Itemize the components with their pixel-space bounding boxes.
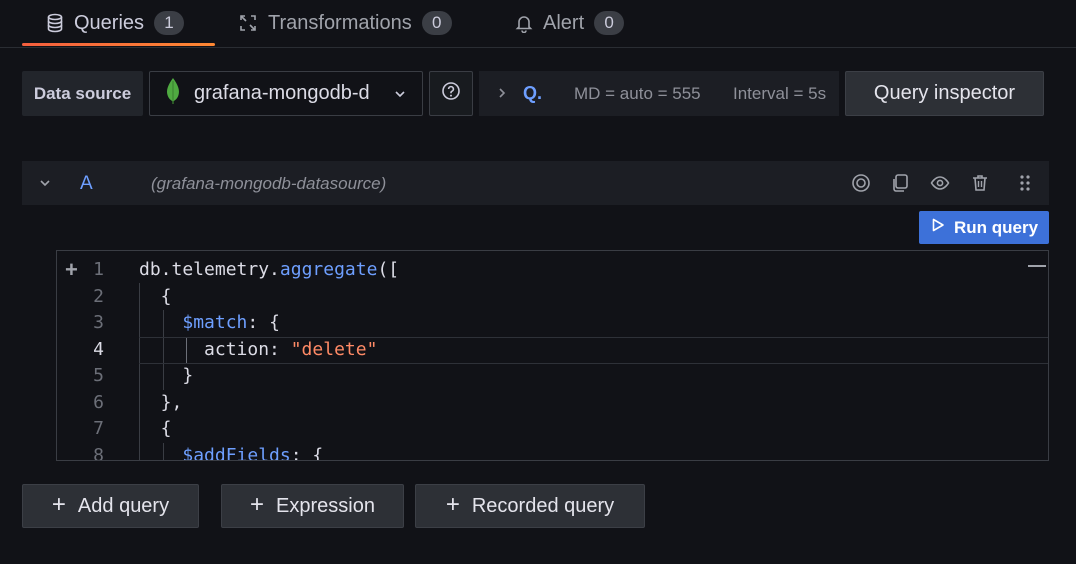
play-icon — [930, 217, 946, 238]
plus-icon: + — [51, 490, 66, 518]
tab-queries-count: 1 — [154, 11, 185, 35]
line-number: 1 — [93, 259, 104, 280]
query-ref-id[interactable]: A — [80, 173, 93, 195]
query-options-title: Q. — [523, 83, 543, 103]
line-number: 3 — [93, 312, 104, 333]
plus-icon: + — [250, 490, 265, 518]
trash-icon[interactable] — [969, 172, 991, 194]
query-options-toggle[interactable]: Q. MD = auto = 555 Interval = 5s — [479, 71, 839, 116]
tab-queries[interactable]: Queries 1 — [46, 0, 185, 46]
datasource-help-button[interactable] — [429, 71, 473, 116]
datasource-label: Data source — [22, 71, 143, 116]
code-line: { — [139, 286, 172, 307]
query-datasource-name: (grafana-mongodb-datasource) — [151, 174, 387, 193]
chevron-down-icon — [392, 85, 408, 108]
active-tab-indicator — [22, 43, 215, 46]
tab-queries-label: Queries — [74, 11, 145, 34]
mongodb-leaf-icon — [164, 77, 182, 111]
code-line: }, — [139, 392, 183, 413]
transform-icon — [238, 13, 258, 33]
query-row-header: A (grafana-mongodb-datasource) — [22, 161, 1049, 205]
code-line: } — [139, 365, 194, 386]
add-query-button[interactable]: + Add query — [22, 484, 199, 528]
tab-transformations-count: 0 — [421, 11, 452, 35]
code-line: $match: { — [182, 312, 280, 333]
line-number: 6 — [93, 392, 104, 413]
chevron-down-icon[interactable] — [38, 176, 52, 195]
plus-icon: + — [445, 490, 460, 518]
datasource-selected: grafana-mongodb-d — [194, 82, 370, 104]
run-query-label: Run query — [953, 217, 1039, 237]
line-number: 5 — [93, 365, 104, 386]
tab-alert-count: 0 — [594, 11, 625, 35]
query-help-icon[interactable] — [850, 172, 872, 194]
interval-info: Interval = 5s — [733, 84, 827, 103]
code-line: db.telemetry.aggregate([ — [139, 259, 400, 280]
line-number-active: 4 — [93, 339, 104, 360]
tab-transformations-label: Transformations — [268, 11, 412, 34]
question-circle-icon — [441, 81, 461, 106]
drag-handle-icon[interactable] — [1014, 172, 1036, 194]
chevron-right-icon — [495, 85, 509, 106]
add-recorded-query-button[interactable]: + Recorded query — [415, 484, 645, 528]
expression-label: Expression — [276, 494, 375, 517]
datasource-picker[interactable]: grafana-mongodb-d — [149, 71, 423, 116]
run-query-button[interactable]: Run query — [919, 211, 1049, 244]
query-code-editor[interactable]: + 1 2 3 4 5 6 7 8 db.telemetry.aggregate… — [56, 250, 1049, 461]
query-tabs: Queries 1 Transformations 0 Alert 0 — [0, 0, 1076, 48]
minimize-icon[interactable] — [1028, 265, 1046, 267]
eye-icon[interactable] — [929, 172, 951, 194]
line-number: 2 — [93, 286, 104, 307]
database-icon — [46, 13, 64, 33]
max-data-points-info: MD = auto = 555 — [574, 84, 701, 103]
code-line: $addFields: { — [182, 445, 324, 461]
code-line: action: "delete" — [139, 339, 378, 360]
bell-icon — [515, 13, 533, 33]
tab-alert[interactable]: Alert 0 — [515, 0, 625, 46]
line-number: 8 — [93, 445, 104, 461]
duplicate-query-icon[interactable] — [889, 172, 911, 194]
recorded-query-label: Recorded query — [471, 494, 615, 517]
query-inspector-button[interactable]: Query inspector — [845, 71, 1044, 116]
code-line: { — [139, 418, 172, 439]
add-query-label: Add query — [77, 494, 170, 517]
line-number: 7 — [93, 418, 104, 439]
add-expression-button[interactable]: + Expression — [221, 484, 404, 528]
tab-alert-label: Alert — [543, 11, 585, 34]
tab-transformations[interactable]: Transformations 0 — [238, 0, 452, 46]
